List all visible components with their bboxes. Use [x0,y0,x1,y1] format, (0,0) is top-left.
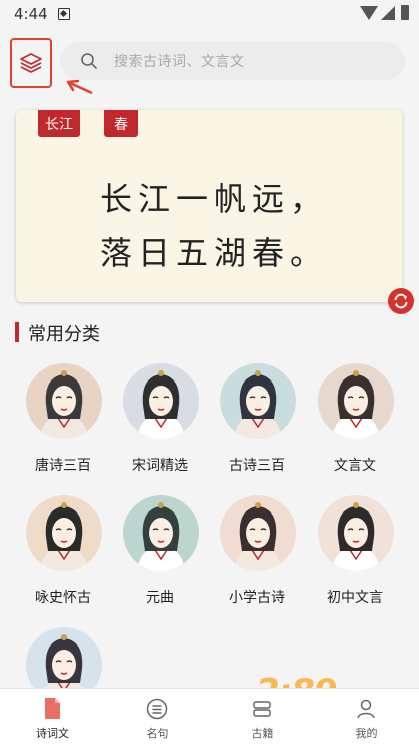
category-label: 唐诗三百 [35,458,91,474]
status-bar: 4:44 [0,0,419,30]
qing-lady-avatar [318,363,394,439]
category-item[interactable]: 咏史怀古 [14,495,112,615]
book-icon [253,701,271,717]
category-label: 咏史怀古 [35,590,91,606]
poem-tag[interactable]: 长江 [38,110,80,137]
category-item[interactable]: 初中文言 [306,495,404,615]
list-circle-icon [146,698,168,720]
nav-label: 古籍 [251,727,274,740]
category-item[interactable]: 元曲 [111,495,209,615]
young-lady-avatar [220,495,296,571]
layers-icon [20,53,42,73]
category-item[interactable]: 古诗三百 [208,363,306,483]
nav-profile[interactable]: 我的 [314,689,419,746]
wifi-icon [360,6,378,20]
layers-menu-button[interactable] [10,38,52,88]
category-item[interactable]: 唐诗三百 [14,363,112,483]
profile-icon [357,699,375,719]
category-label: 元曲 [146,590,174,606]
poem-line: 落日五湖春。 [100,234,329,272]
annotation-arrow-icon [66,79,93,95]
daily-poem-card[interactable]: 长江 春 长江一帆远， 落日五湖春。 [16,110,402,302]
signal-icon [381,6,395,20]
document-icon [45,698,60,719]
refresh-button[interactable] [388,288,414,314]
nav-quotes[interactable]: 名句 [105,689,210,746]
category-label: 古诗三百 [229,458,285,474]
search-placeholder: 搜索古诗词、文言文 [114,54,245,70]
poem-tag[interactable]: 春 [104,110,138,137]
tang-lady-avatar [26,363,102,439]
nav-label: 名句 [146,727,169,740]
category-item[interactable]: 文言文 [306,363,404,483]
song-lady-avatar [123,363,199,439]
category-label: 小学古诗 [229,590,285,606]
category-item[interactable]: 小学古诗 [208,495,306,615]
category-label: 初中文言 [327,590,383,606]
status-time: 4:44 [14,5,48,23]
judge-avatar [26,495,102,571]
nav-label: 我的 [355,727,378,740]
section-title: 常用分类 [28,324,100,345]
category-item[interactable]: 宋词精选 [111,363,209,483]
notification-app-icon [58,8,70,20]
section-accent-bar [15,322,19,342]
category-label: 文言文 [334,458,376,474]
nav-classics[interactable]: 古籍 [210,689,315,746]
nav-poetry[interactable]: 诗词文 [0,689,105,746]
battery-icon [401,5,409,20]
empress-avatar [318,495,394,571]
search-icon [81,53,97,69]
poem-line: 长江一帆远， [100,180,329,218]
ancient-lady-avatar [220,363,296,439]
search-input[interactable]: 搜索古诗词、文言文 [60,42,405,80]
bottom-nav: 诗词文 名句 古籍 我的 [0,688,419,746]
refresh-icon [394,293,408,309]
nav-label: 诗词文 [36,727,69,740]
category-label: 宋词精选 [132,458,188,474]
opera-lady-avatar [123,495,199,571]
